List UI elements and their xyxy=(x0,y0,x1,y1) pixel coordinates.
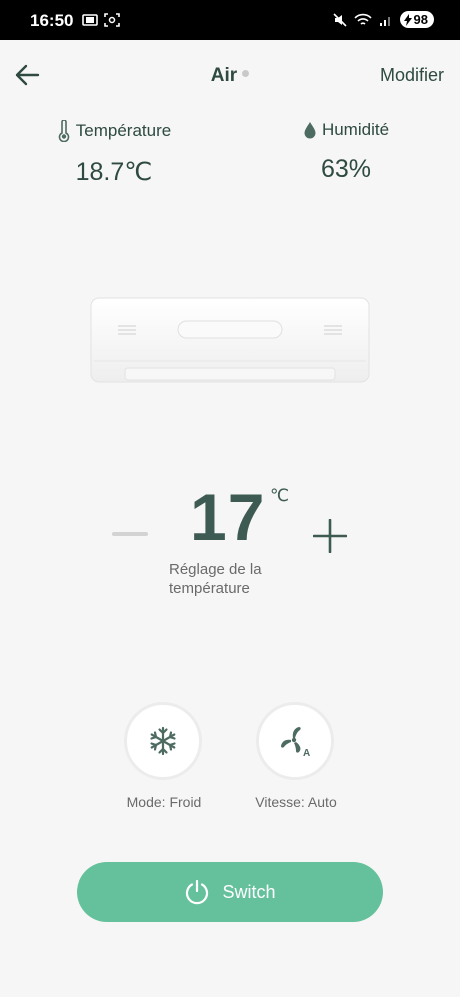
temperature-value: 18.7℃ xyxy=(75,158,153,186)
increase-temperature-button[interactable] xyxy=(313,519,347,553)
status-bar: 16:50 98 xyxy=(0,0,460,40)
status-time: 16:50 xyxy=(30,11,74,30)
humidity-value: 63% xyxy=(320,155,372,183)
offline-status-dot xyxy=(242,70,250,78)
app-header: Air Modifier xyxy=(0,40,460,110)
mode-button[interactable] xyxy=(124,702,202,780)
fan-auto-icon: A xyxy=(281,727,310,758)
decrease-temperature-button[interactable] xyxy=(112,532,148,536)
power-icon xyxy=(186,879,209,905)
wifi-icon xyxy=(353,13,372,25)
mute-icon xyxy=(332,12,347,27)
power-switch-button[interactable]: Switch xyxy=(77,862,383,922)
switch-label: Switch xyxy=(222,881,276,902)
thermometer-icon xyxy=(58,120,70,142)
status-icons-left xyxy=(82,13,120,27)
screenshot-icon xyxy=(104,13,120,27)
setpoint-value: 17 xyxy=(190,480,266,554)
svg-text:A: A xyxy=(303,748,310,758)
water-drop-icon xyxy=(304,122,316,139)
humidity-readout: Humidité 63% xyxy=(246,120,446,184)
setpoint-panel: 17 ℃ Réglage de la température xyxy=(0,480,460,610)
charging-icon xyxy=(403,13,412,26)
temperature-readout: Température 18.7℃ xyxy=(14,120,214,187)
speed-label: Vitesse: Auto xyxy=(255,794,337,810)
fan-speed-button[interactable]: A xyxy=(256,702,334,780)
setpoint-unit: ℃ xyxy=(270,486,290,505)
battery-level: 98 xyxy=(413,12,428,27)
mode-label: Mode: Froid xyxy=(126,794,202,810)
air-conditioner-illustration xyxy=(90,297,370,383)
modify-button[interactable]: Modifier xyxy=(380,65,444,86)
humidity-label: Humidité xyxy=(321,120,390,139)
setpoint-caption: Réglage de la température xyxy=(169,561,262,597)
device-name: Air xyxy=(210,65,238,86)
signal-icon xyxy=(379,16,390,26)
screen-record-icon xyxy=(82,14,98,26)
temperature-label: Température xyxy=(75,121,172,140)
battery-indicator: 98 xyxy=(399,11,434,28)
snowflake-icon xyxy=(150,726,176,756)
status-icons-right: 98 xyxy=(332,11,434,28)
